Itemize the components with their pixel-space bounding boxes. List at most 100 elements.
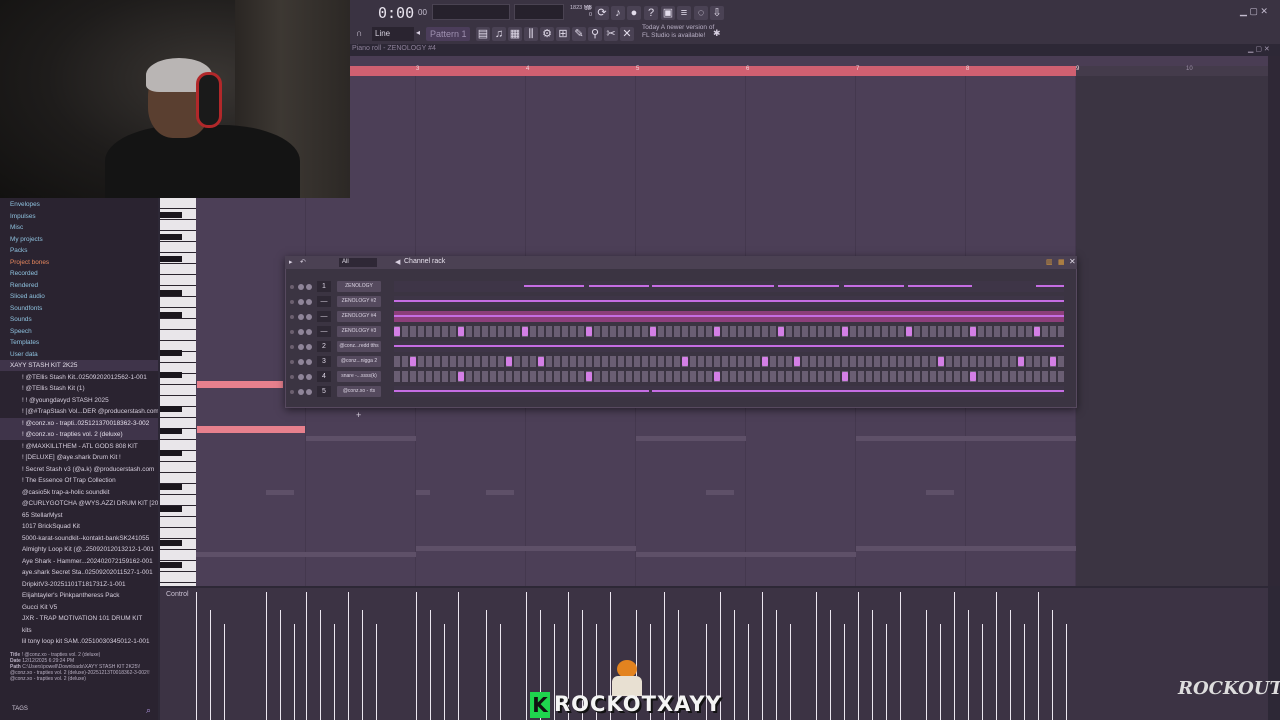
active-step[interactable] — [794, 357, 800, 366]
velocity-bar[interactable] — [748, 624, 749, 720]
piano-roll-window-controls[interactable]: ▁ ▢ ✕ — [1248, 45, 1270, 53]
velocity-bar[interactable] — [790, 624, 791, 720]
channel-mixer-track[interactable]: 1 — [317, 281, 331, 292]
velocity-bar[interactable] — [1038, 592, 1039, 720]
browser-item[interactable]: @CURLYGOTCHA @WYS.AZZI DRUM KIT [200+] — [0, 498, 158, 509]
pan-knob[interactable] — [298, 329, 304, 335]
active-step[interactable] — [842, 372, 848, 381]
rack-steps-icon[interactable]: ▦ — [1058, 258, 1065, 266]
browser-item[interactable]: ! ! @youngdavyd STASH 2025 — [0, 395, 158, 406]
active-step[interactable] — [762, 357, 768, 366]
volume-knob[interactable] — [306, 314, 312, 320]
channel-led[interactable] — [290, 390, 294, 394]
channel-name-button[interactable]: ZENOLOGY #3 — [337, 326, 381, 337]
velocity-bar[interactable] — [320, 610, 321, 720]
velocity-bar[interactable] — [996, 592, 997, 720]
pencil-icon[interactable]: ✎ — [572, 27, 586, 41]
velocity-bar[interactable] — [210, 610, 211, 720]
active-step[interactable] — [778, 327, 784, 336]
channel-mixer-track[interactable]: 3 — [317, 356, 331, 367]
browser-item[interactable]: Recorded — [0, 268, 158, 279]
pan-knob[interactable] — [298, 389, 304, 395]
active-step[interactable] — [1018, 357, 1024, 366]
black-key[interactable] — [160, 350, 182, 356]
channel-name-button[interactable]: @conz...redd tths — [337, 341, 381, 352]
velocity-bar[interactable] — [886, 624, 887, 720]
browser-item[interactable]: 5000-karat-soundkit--kontakt-bankSK24105… — [0, 533, 158, 544]
browser-item[interactable]: ! @MAXKILLTHEM - ATL GODS 808 KIT — [0, 441, 158, 452]
channel-name-button[interactable]: ZENOLOGY #4 — [337, 311, 381, 322]
timeline-ruler-rest[interactable] — [1076, 66, 1268, 76]
black-key[interactable] — [160, 256, 182, 262]
browser-item[interactable]: @casio5k trap-a-holic soundkit — [0, 487, 158, 498]
velocity-bar[interactable] — [1066, 624, 1067, 720]
channel-led[interactable] — [290, 315, 294, 319]
channel-note-preview[interactable] — [394, 281, 1064, 292]
pan-knob[interactable] — [298, 374, 304, 380]
velocity-bar[interactable] — [762, 592, 763, 720]
active-step[interactable] — [458, 372, 464, 381]
velocity-bar[interactable] — [940, 624, 941, 720]
add-channel-icon[interactable]: + — [356, 410, 361, 420]
window-controls[interactable]: ▁ ▢ ✕ — [1240, 6, 1268, 17]
velocity-bar[interactable] — [500, 624, 501, 720]
volume-knob[interactable] — [306, 359, 312, 365]
active-step[interactable] — [938, 357, 944, 366]
channel-led[interactable] — [290, 300, 294, 304]
velocity-bar[interactable] — [294, 624, 295, 720]
active-step[interactable] — [682, 357, 688, 366]
delete-icon[interactable]: ✕ — [620, 27, 634, 41]
browser-item[interactable]: User data — [0, 349, 158, 360]
active-step[interactable] — [1050, 357, 1056, 366]
browser-item[interactable]: kits — [0, 625, 158, 636]
velocity-bar[interactable] — [844, 624, 845, 720]
loop-record-icon[interactable]: ⟳ — [595, 6, 609, 20]
black-key[interactable] — [160, 562, 182, 568]
active-step[interactable] — [906, 327, 912, 336]
velocity-bar[interactable] — [1024, 624, 1025, 720]
browser-item[interactable]: Misc — [0, 222, 158, 233]
pan-knob[interactable] — [298, 314, 304, 320]
channel-rack-icon[interactable]: ▦ — [508, 27, 522, 41]
chat-icon[interactable]: ◌ — [694, 6, 708, 20]
browser-item[interactable]: Impulses — [0, 211, 158, 222]
step-sequencer-row[interactable] — [394, 326, 1064, 337]
channel-mixer-track[interactable]: 5 — [317, 386, 331, 397]
active-step[interactable] — [410, 357, 416, 366]
browser-item[interactable]: ! The Essence Of Trap Collection — [0, 475, 158, 486]
note-grid-empty[interactable] — [1076, 76, 1268, 586]
browser-item[interactable]: 1017 BrickSquad Kit — [0, 521, 158, 532]
snap-select[interactable]: Line — [372, 27, 414, 41]
velocity-bar[interactable] — [872, 610, 873, 720]
browser-item[interactable]: Sounds — [0, 314, 158, 325]
active-step[interactable] — [522, 327, 528, 336]
volume-knob[interactable] — [306, 344, 312, 350]
velocity-bar[interactable] — [348, 592, 349, 720]
browser-item[interactable]: Soundfonts — [0, 303, 158, 314]
browser-item[interactable]: Sliced audio — [0, 291, 158, 302]
browser-item[interactable]: ! @TEllis Stash Kit..02509202012562-1-00… — [0, 372, 158, 383]
pattern-prev-icon[interactable]: ◂ — [416, 28, 420, 37]
note[interactable] — [197, 381, 283, 388]
velocity-bar[interactable] — [1010, 610, 1011, 720]
channel-mixer-track[interactable]: — — [317, 311, 331, 322]
active-step[interactable] — [970, 327, 976, 336]
velocity-bar[interactable] — [416, 592, 417, 720]
black-key[interactable] — [160, 372, 182, 378]
velocity-bar[interactable] — [444, 624, 445, 720]
channel-led[interactable] — [290, 285, 294, 289]
channel-name-button[interactable]: @conz.xo - rts — [337, 386, 381, 397]
black-key[interactable] — [160, 234, 182, 240]
black-key[interactable] — [160, 450, 182, 456]
browser-item[interactable]: XAYY STASH KIT 2K25 — [0, 360, 158, 371]
black-key[interactable] — [160, 506, 182, 512]
browser-item[interactable]: ! [DELUXE] @aye.shark Drum Kit ! — [0, 452, 158, 463]
velocity-bar[interactable] — [266, 592, 267, 720]
active-step[interactable] — [970, 372, 976, 381]
channel-name-button[interactable]: ZENOLOGY — [337, 281, 381, 292]
active-step[interactable] — [586, 372, 592, 381]
volume-knob[interactable] — [306, 389, 312, 395]
velocity-bar[interactable] — [926, 610, 927, 720]
channel-note-preview[interactable] — [394, 386, 1064, 397]
browser-item[interactable]: lil tony loop kit SAM..02510030345012-1-… — [0, 636, 158, 647]
